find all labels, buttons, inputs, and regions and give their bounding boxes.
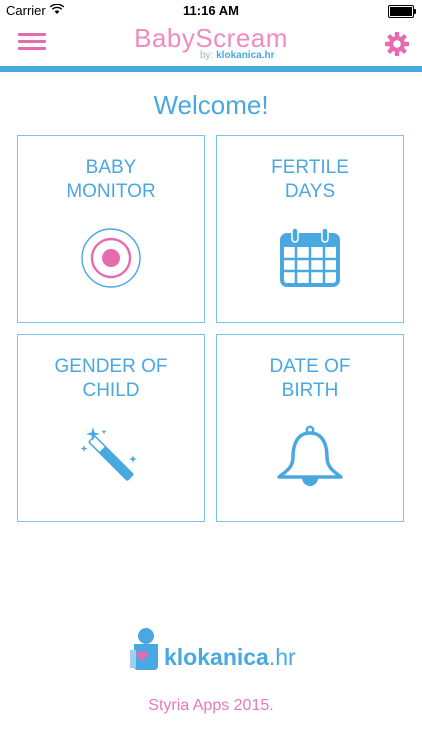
bell-icon (217, 425, 403, 496)
tile-label-line1: GENDER OF (54, 356, 168, 377)
nav-divider (0, 66, 422, 72)
clock: 11:16 AM (183, 3, 239, 18)
calendar-icon (217, 226, 403, 293)
footer-brand: klokanica.hr (164, 644, 296, 671)
app-byline: by: klokanica.hr (200, 50, 274, 61)
tile-label: DATE OF BIRTH (217, 355, 403, 403)
tile-baby-monitor[interactable]: BABY MONITOR (17, 135, 205, 323)
tile-gender-of-child[interactable]: GENDER OF CHILD (17, 334, 205, 522)
tile-label-line2: CHILD (82, 380, 140, 401)
tile-label-line1: BABY (85, 157, 137, 178)
tile-label-line2: MONITOR (66, 181, 156, 202)
footer-brand-tld: .hr (268, 644, 296, 670)
status-bar: Carrier 11:16 AM (0, 0, 422, 22)
tile-label: FERTILE DAYS (217, 156, 403, 204)
welcome-heading: Welcome! (153, 90, 269, 120)
tile-label-line2: BIRTH (281, 380, 339, 401)
tile-label-line1: FERTILE (271, 157, 349, 178)
record-icon (18, 226, 204, 295)
byline-brand: klokanica.hr (216, 50, 275, 61)
tile-label: BABY MONITOR (18, 156, 204, 204)
tile-date-of-birth[interactable]: DATE OF BIRTH (216, 334, 404, 522)
gear-icon[interactable] (384, 31, 410, 57)
magic-wand-icon (18, 425, 204, 494)
tile-label-line1: DATE OF (269, 356, 351, 377)
tile-label: GENDER OF CHILD (18, 355, 204, 403)
app-title: BabyScream (134, 23, 288, 53)
app-logo: BabyScream (0, 24, 422, 52)
copyright-text: Styria Apps 2015. (148, 697, 274, 714)
nav-bar: BabyScream by: klokanica.hr (0, 22, 422, 66)
tile-fertile-days[interactable]: FERTILE DAYS (216, 135, 404, 323)
byline-prefix: by: (200, 50, 214, 61)
tile-label-line2: DAYS (284, 181, 336, 202)
footer-brand-name: klokanica (164, 644, 269, 670)
klokanica-logo-icon (130, 628, 158, 670)
battery-icon (388, 5, 416, 18)
